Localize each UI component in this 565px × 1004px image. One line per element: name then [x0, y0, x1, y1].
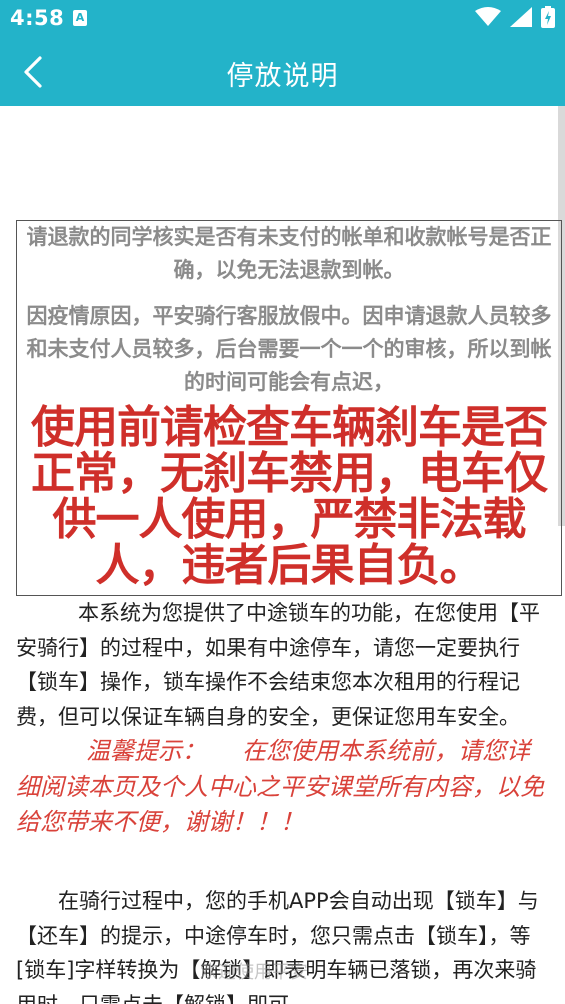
signal-icon — [509, 7, 532, 27]
status-icons — [471, 6, 555, 32]
battery-icon — [541, 6, 555, 28]
refund-notice: 请退款的同学核实是否有未支付的帐单和收款帐号是否正确，以免无法退款到帐。 — [26, 225, 552, 282]
title-bar: 停放说明 — [0, 38, 565, 106]
safety-warning: 使用前请检查车辆刹车是否正常，无刹车禁用，电车仅供一人使用，严禁非法载人，违者后… — [31, 402, 548, 591]
page-title: 停放说明 — [226, 61, 339, 92]
tip-heading: 温馨提示： — [86, 737, 206, 765]
status-bar: 4:58 A — [0, 0, 565, 38]
status-time: 4:58 — [10, 6, 65, 30]
toast-watermark: 欢迎使用平安 — [200, 962, 308, 983]
riding-description: 在骑行过程中，您的手机APP会自动出现【锁车】与【还车】的提示，中途停车时，您只… — [16, 889, 539, 1004]
lock-description-text: 本系统为您提供了中途锁车的功能，在您使用【平安骑行】的过程中，如果有中途停车，请… — [16, 601, 540, 729]
notification-a-icon: A — [73, 10, 87, 26]
notice-box: 请退款的同学核实是否有未支付的帐单和收款帐号是否正确，以免无法退款到帐。 因疫情… — [16, 220, 562, 596]
epidemic-notice: 因疫情原因，平安骑行客服放假中。因申请退款人员较多和未支付人员较多，后台需要一个… — [26, 304, 552, 394]
wifi-icon — [474, 7, 501, 26]
content-area[interactable]: 请退款的同学核实是否有未支付的帐单和收款帐号是否正确，以免无法退款到帐。 因疫情… — [0, 106, 565, 1004]
lock-description: 本系统为您提供了中途锁车的功能，在您使用【平安骑行】的过程中，如果有中途停车，请… — [16, 596, 546, 841]
